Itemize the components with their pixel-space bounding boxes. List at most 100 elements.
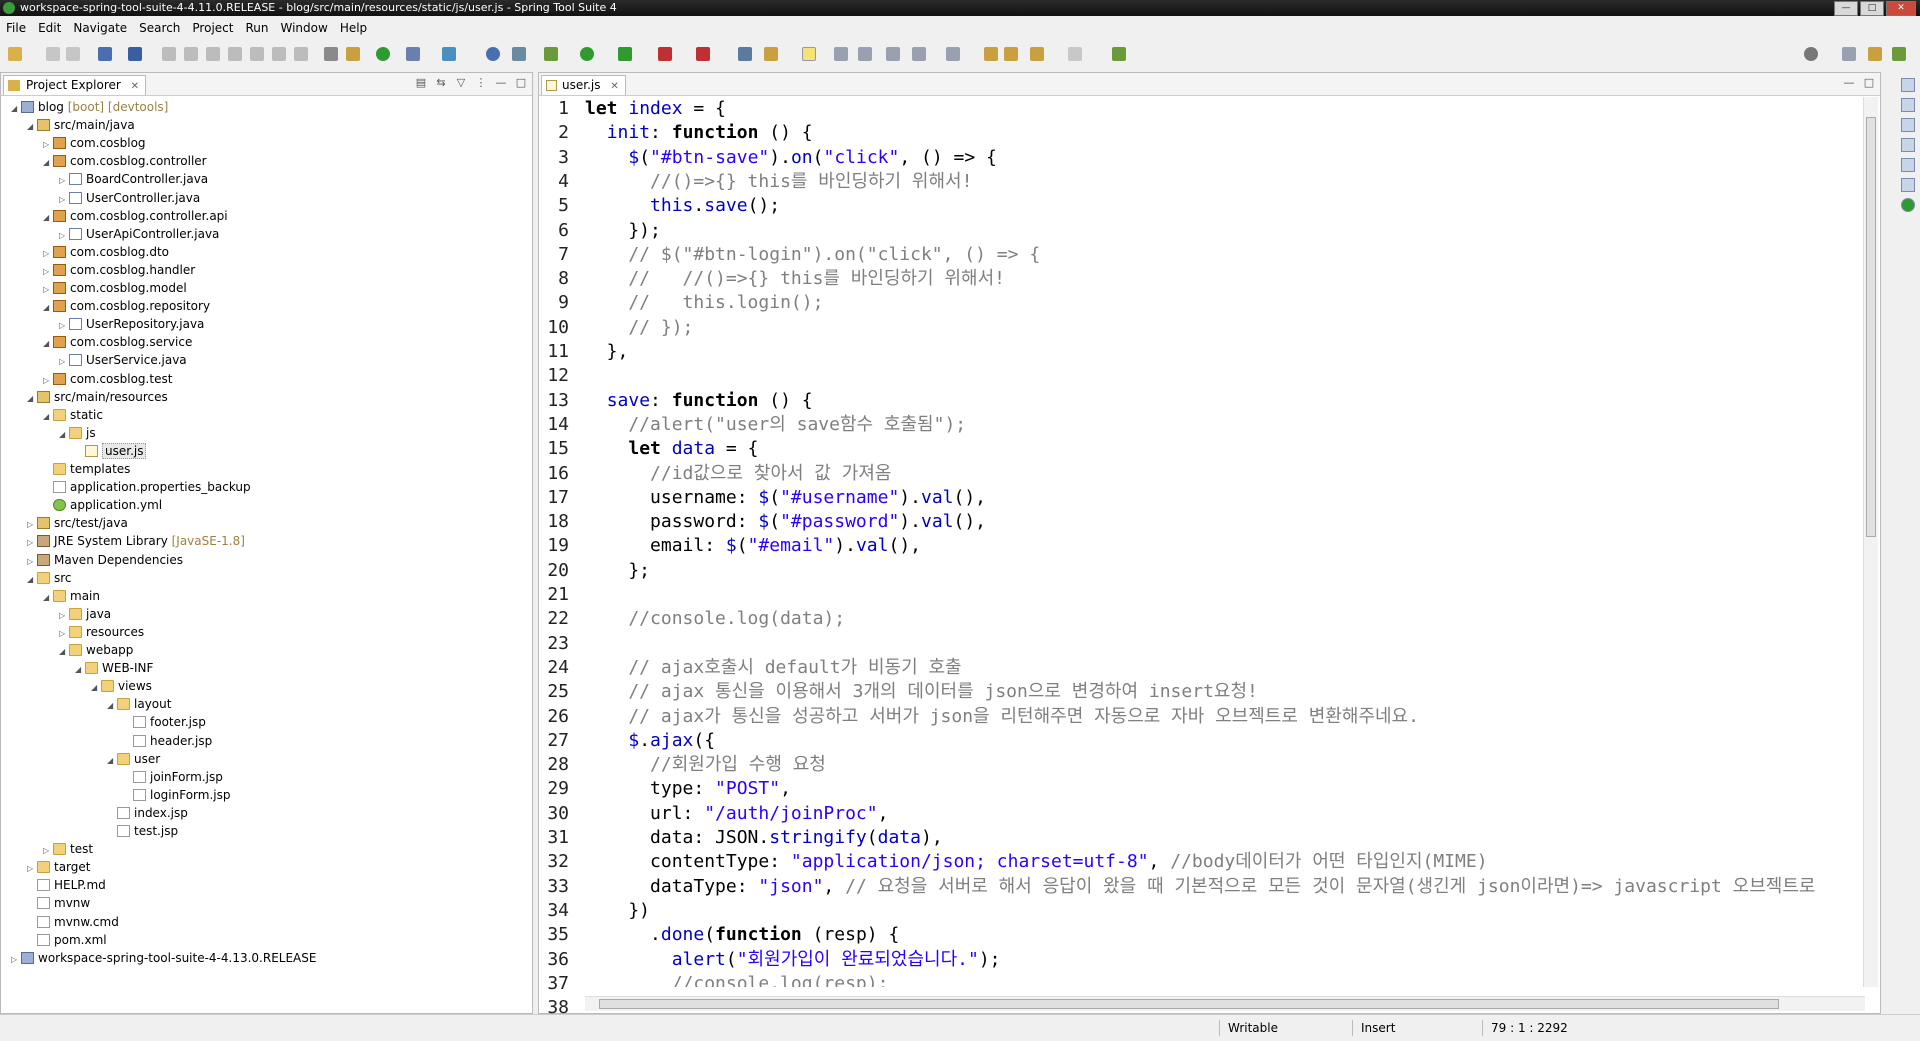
vertical-scroll-thumb[interactable] — [1866, 117, 1876, 537]
task-list-icon[interactable] — [1900, 118, 1915, 132]
tree-item[interactable]: ◢ views — [91, 677, 152, 695]
expanded-arrow-icon[interactable]: ◢ — [43, 209, 53, 227]
tree-item[interactable]: header.jsp — [123, 732, 212, 750]
back-icon[interactable] — [1030, 47, 1044, 61]
run-icon[interactable] — [580, 47, 594, 61]
expanded-arrow-icon[interactable]: ◢ — [43, 154, 53, 172]
tree-item[interactable]: ◢ main — [43, 587, 100, 605]
step-return-icon[interactable] — [294, 47, 308, 61]
tree-item[interactable]: joinForm.jsp — [123, 768, 223, 786]
minimize-view-icon[interactable]: — — [1842, 76, 1856, 90]
tree-item[interactable]: ◢ com.cosblog.repository — [43, 297, 210, 315]
code-line[interactable]: //id값으로 찾아서 값 가져옴 — [585, 462, 891, 486]
code-line[interactable]: init: function () { — [585, 121, 813, 145]
tree-item[interactable]: ▷ com.cosblog — [43, 134, 146, 152]
new-icon[interactable] — [8, 47, 22, 61]
disconnect-icon[interactable] — [228, 47, 242, 61]
boot-dashboard-icon[interactable] — [406, 47, 420, 61]
expanded-arrow-icon[interactable]: ◢ — [43, 408, 53, 426]
tree-item[interactable]: ▷ target — [27, 858, 91, 876]
tree-item[interactable]: ◢ com.cosblog.service — [43, 333, 192, 351]
maximize-button[interactable]: □ — [1860, 1, 1884, 16]
tree-item[interactable]: pom.xml — [27, 931, 107, 949]
expanded-arrow-icon[interactable]: ◢ — [11, 100, 21, 118]
tree-item[interactable]: ▷ BoardController.java — [59, 170, 208, 188]
expanded-arrow-icon[interactable]: ◢ — [27, 118, 37, 136]
boot-dashboard-view-icon[interactable] — [1900, 198, 1915, 212]
terminate-icon[interactable] — [206, 47, 220, 61]
code-line[interactable]: // ajax호출시 default가 비동기 호출 — [585, 656, 961, 680]
tab-project-explorer[interactable]: Project Explorer ✕ — [3, 75, 147, 95]
menu-run[interactable]: Run — [239, 18, 274, 38]
code-line[interactable]: url: "/auth/joinProc", — [585, 802, 888, 826]
tree-item[interactable]: index.jsp — [107, 804, 188, 822]
expanded-arrow-icon[interactable]: ◢ — [27, 571, 37, 589]
search-icon[interactable] — [1804, 47, 1818, 61]
horizontal-scrollbar[interactable] — [585, 996, 1865, 1011]
tree-item[interactable]: mvnw — [27, 894, 90, 912]
horizontal-scroll-thumb[interactable] — [599, 999, 1779, 1009]
restore-icon[interactable] — [1900, 78, 1915, 92]
code-line[interactable]: .done(function (resp) { — [585, 923, 899, 947]
code-line[interactable]: alert("회원가입이 완료되었습니다."); — [585, 948, 1001, 972]
refactor-icon[interactable] — [346, 47, 360, 61]
tree-item[interactable]: ▷ java — [59, 605, 111, 623]
close-icon[interactable]: ✕ — [610, 81, 618, 92]
pin-editor-icon[interactable] — [1112, 47, 1126, 61]
code-line[interactable]: //console.log(resp); — [585, 972, 889, 987]
collapse-all-icon[interactable]: ▤ — [414, 76, 428, 90]
search-tool-icon[interactable] — [764, 47, 778, 61]
expanded-arrow-icon[interactable]: ◢ — [75, 661, 85, 679]
tree-item[interactable]: ▷ workspace-spring-tool-suite-4-4.13.0.RE… — [11, 949, 316, 967]
code-line[interactable]: // //()=>{} this를 바인딩하기 위해서! — [585, 267, 1005, 291]
tree-item[interactable]: ▷ JRE System Library [JavaSE-1.8] — [27, 532, 245, 550]
tree-item[interactable]: ◢ com.cosblog.controller.api — [43, 207, 228, 225]
outline-icon[interactable] — [324, 47, 338, 61]
step-over-icon[interactable] — [272, 47, 286, 61]
tree-item[interactable]: ◢ blog [boot] [devtools] — [11, 98, 168, 116]
code-line[interactable]: password: $("#password").val(), — [585, 510, 986, 534]
tree-item[interactable]: application.properties_backup — [43, 478, 251, 496]
tree-item[interactable]: ▷ UserService.java — [59, 351, 187, 369]
block-selection-icon[interactable] — [858, 47, 872, 61]
tree-item[interactable]: ▷ UserRepository.java — [59, 315, 204, 333]
tree-item[interactable]: loginForm.jsp — [123, 786, 230, 804]
tree-item[interactable]: mvnw.cmd — [27, 913, 119, 931]
code-line[interactable]: //alert("user의 save함수 호출됨"); — [585, 413, 966, 437]
tree-item[interactable]: ◢ src/main/resources — [27, 388, 168, 406]
expanded-arrow-icon[interactable]: ◢ — [107, 697, 117, 715]
code-line[interactable]: type: "POST", — [585, 777, 791, 801]
last-edit-icon[interactable] — [984, 47, 998, 61]
tree-item[interactable]: footer.jsp — [123, 713, 206, 731]
debug-icon[interactable] — [544, 47, 558, 61]
code-line[interactable]: data: JSON.stringify(data), — [585, 826, 943, 850]
progress-icon[interactable] — [1900, 178, 1915, 192]
tree-item[interactable]: templates — [43, 460, 130, 478]
java-perspective-icon[interactable] — [1868, 47, 1882, 61]
tree-item[interactable]: ▷ test — [43, 840, 93, 858]
tree-item[interactable]: ▷ com.cosblog.model — [43, 279, 187, 297]
menu-window[interactable]: Window — [274, 18, 333, 38]
code-line[interactable]: }) — [585, 899, 650, 923]
spring-perspective-icon[interactable] — [1892, 47, 1906, 61]
code-line[interactable]: contentType: "application/json; charset=… — [585, 850, 1488, 874]
step-into-icon[interactable] — [250, 47, 264, 61]
collapsed-arrow-icon[interactable]: ▷ — [11, 951, 21, 969]
code-line[interactable]: save: function () { — [585, 389, 813, 413]
code-line[interactable]: // ajax 통신을 이용해서 3개의 데이터를 json으로 변경하여 in… — [585, 680, 1258, 704]
whitespace-icon[interactable] — [886, 47, 900, 61]
suspend-icon[interactable] — [184, 47, 198, 61]
maximize-view-icon[interactable]: □ — [514, 76, 528, 90]
code-line[interactable]: this.save(); — [585, 194, 780, 218]
new-spring-starter-icon[interactable] — [442, 47, 456, 61]
tree-item[interactable]: ▷ com.cosblog.dto — [43, 243, 169, 261]
code-area[interactable]: let index = { init: function () { $("#bt… — [585, 97, 1860, 987]
filter-icon[interactable]: ▽ — [454, 76, 468, 90]
minimize-view-icon[interactable]: — — [494, 76, 508, 90]
save-icon[interactable] — [46, 47, 60, 61]
tree-item[interactable]: ◢ user — [107, 750, 160, 768]
tree-item[interactable]: ◢ layout — [107, 695, 171, 713]
vertical-scrollbar[interactable] — [1863, 97, 1878, 987]
code-line[interactable]: $("#btn-save").on("click", () => { — [585, 146, 997, 170]
external-tools-icon[interactable] — [696, 47, 710, 61]
